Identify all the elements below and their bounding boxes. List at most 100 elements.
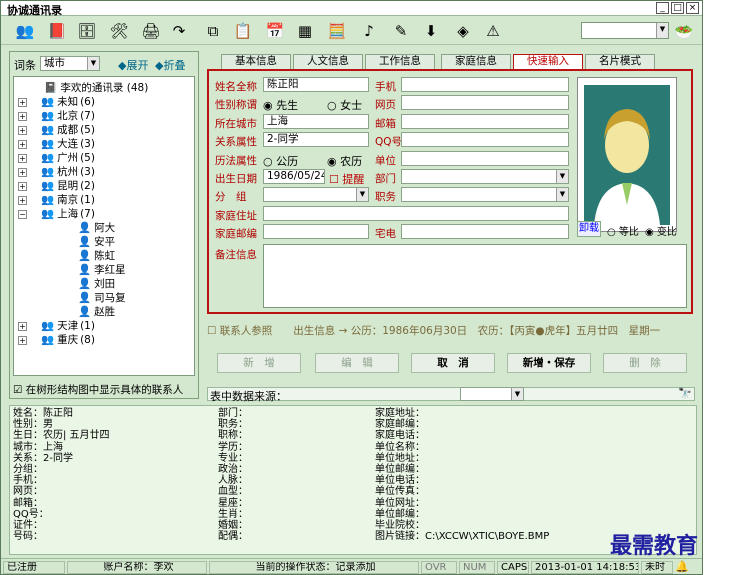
note-textarea[interactable] — [263, 244, 687, 308]
add_save-button[interactable]: 新增・保存 — [507, 353, 591, 373]
expand-link[interactable]: ◆展开 — [118, 57, 148, 73]
remind-checkbox[interactable]: ☐ 提醒 — [329, 171, 364, 187]
tree-node[interactable]: + 👥 杭州 (3) — [14, 165, 194, 179]
ratio-variable-radio[interactable]: ◉ 变比 — [645, 223, 677, 238]
tree-contact[interactable]: 👤 赵胜 — [14, 305, 194, 319]
printer-icon[interactable]: 🖨 — [139, 19, 163, 43]
tree-node[interactable]: + 👥 广州 (5) — [14, 151, 194, 165]
bell-icon[interactable]: 🔔 — [675, 560, 689, 573]
tree-root[interactable]: 📓 李欢的通讯录 (48) — [14, 81, 194, 95]
field-web[interactable] — [401, 95, 569, 111]
copy-icon[interactable]: ⧉ — [201, 19, 225, 43]
tree-contact[interactable]: 👤 刘田 — [14, 277, 194, 291]
field-name[interactable]: 陈正阳 — [263, 77, 369, 92]
ratio-equal-radio[interactable]: ○ 等比 — [607, 223, 639, 238]
redo-icon[interactable]: ↷ — [167, 19, 191, 43]
tab-3[interactable]: 家庭信息 — [441, 54, 511, 69]
field-mobile[interactable] — [401, 77, 569, 92]
reference-checkbox[interactable]: ☐ 联系人参照 — [207, 325, 272, 337]
tree-node[interactable]: − 👥 上海 (7) — [14, 207, 194, 221]
tree-node-count: (3) — [80, 166, 95, 178]
tree-contact-label: 李红星 — [94, 264, 126, 276]
tree-node[interactable]: + 👥 天津 (1) — [14, 319, 194, 333]
edit-button[interactable]: 编 辑 — [315, 353, 399, 373]
warning-icon[interactable]: ⚠ — [481, 19, 505, 43]
dish-icon[interactable]: 🥗 — [672, 20, 696, 44]
tree-contact[interactable]: 👤 陈虹 — [14, 249, 194, 263]
field-home_zip[interactable] — [263, 224, 369, 240]
download-icon[interactable]: ⬇ — [419, 19, 443, 43]
collapse-link[interactable]: ◆折叠 — [155, 57, 185, 73]
field-mail[interactable] — [401, 113, 569, 129]
form-label: QQ号 — [375, 136, 403, 149]
add-button[interactable]: 新 增 — [217, 353, 301, 373]
tree-contact[interactable]: 👤 李红星 — [14, 263, 194, 277]
tab-1[interactable]: 人文信息 — [293, 54, 363, 69]
data-source-label: 表中数据来源： — [210, 390, 287, 403]
gregorian-radio[interactable]: ○ 公历 — [263, 153, 298, 169]
tree-node-label: 上海 — [57, 208, 79, 220]
cancel-button[interactable]: 取 消 — [411, 353, 495, 373]
calculator-icon[interactable]: 🧮 — [325, 19, 349, 43]
quick-input-panel: 姓名全称 陈正阳 性别称谓 ◉ 先生 ○ 女士 所在城市 上海 关系属性 2-同学 历法属性 ○ 公… — [207, 69, 693, 314]
filter-select[interactable]: 城市 ▼ — [40, 56, 100, 71]
field-home-address[interactable] — [263, 205, 569, 221]
tree-node-label: 北京 — [57, 110, 79, 122]
field-qq[interactable] — [401, 132, 569, 148]
pen-icon[interactable]: ✎ — [389, 19, 413, 43]
male-radio[interactable]: ◉ 先生 — [263, 97, 298, 113]
close-button[interactable]: × — [686, 2, 699, 14]
field-rel[interactable]: 2-同学 — [263, 132, 369, 148]
field-dept[interactable]: ▼ — [401, 169, 569, 184]
show-contacts-checkbox[interactable]: ☑ 在树形结构图中显示具体的联系人 — [13, 382, 183, 397]
tree-node[interactable]: + 👥 南京 (1) — [14, 193, 194, 207]
tree-node[interactable]: + 👥 成都 (5) — [14, 123, 194, 137]
maximize-button[interactable]: □ — [671, 2, 684, 14]
paste-icon[interactable]: 📋 — [231, 19, 255, 43]
tools-icon[interactable]: 🛠 — [107, 19, 131, 43]
sign-icon[interactable]: ◈ — [451, 19, 475, 43]
cabinet-icon[interactable]: 🗄 — [75, 19, 99, 43]
form-label: 历法属性 — [215, 154, 257, 167]
status-bar: 已注册 账户名称：李欢 当前的操作状态：记录添加 OVR NUM CAPS 20… — [1, 558, 702, 574]
detail-field: 性别：男 — [13, 419, 53, 431]
detail-field: 邮箱： — [13, 497, 43, 509]
lunar-radio[interactable]: ◉ 农历 — [327, 153, 362, 169]
people-icon[interactable]: 👥 — [13, 19, 37, 43]
field-home_tel[interactable] — [401, 224, 569, 240]
tab-0[interactable]: 基本信息 — [221, 54, 291, 69]
field-city[interactable]: 上海 — [263, 113, 369, 129]
book-icon[interactable]: 📕 — [45, 19, 69, 43]
tree-node-label: 成都 — [57, 124, 79, 136]
minimize-button[interactable]: _ — [656, 2, 669, 14]
field-job[interactable]: ▼ — [401, 187, 569, 203]
data-source-select[interactable]: ▼ — [460, 387, 524, 401]
del-button[interactable]: 删 除 — [603, 353, 687, 373]
tree-node[interactable]: + 👥 大连 (3) — [14, 137, 194, 151]
tree-contact[interactable]: 👤 司马复 — [14, 291, 194, 305]
contact-tree[interactable]: 📓 李欢的通讯录 (48) + 👥 未知 (6) + 👥 北京 (7) + 👥 成都 (5) + 👥 大连(… — [13, 76, 195, 376]
tab-4[interactable]: 快速输入 — [513, 54, 583, 70]
calendar-icon[interactable]: 📅 — [263, 19, 287, 43]
tree-node[interactable]: + 👥 昆明 (2) — [14, 179, 194, 193]
detail-field: 分组： — [13, 464, 43, 476]
field-unit[interactable] — [401, 150, 569, 166]
field-group[interactable]: ▼ — [263, 187, 369, 203]
tree-node[interactable]: + 👥 未知 (6) — [14, 95, 194, 109]
toolbar-search-select[interactable]: ▼ — [581, 22, 669, 39]
tab-5[interactable]: 名片模式 — [585, 54, 655, 69]
grid-icon[interactable]: ▦ — [293, 19, 317, 43]
tree-contact[interactable]: 👤 阿大 — [14, 221, 194, 235]
detail-field: 血型： — [218, 486, 248, 498]
field-birth[interactable]: 1986/05/24 — [263, 169, 325, 184]
tree-node-label: 南京 — [57, 194, 79, 206]
female-radio[interactable]: ○ 女士 — [327, 97, 362, 113]
tree-node[interactable]: + 👥 重庆 (8) — [14, 333, 194, 347]
binoculars-icon[interactable]: 🔭 — [678, 387, 692, 400]
tree-node[interactable]: + 👥 北京 (7) — [14, 109, 194, 123]
music-icon[interactable]: ♪ — [357, 19, 381, 43]
tab-2[interactable]: 工作信息 — [365, 54, 435, 69]
tree-contact[interactable]: 👤 安平 — [14, 235, 194, 249]
unload-button[interactable]: 卸载 — [577, 221, 601, 237]
person-icon: 👤 — [78, 292, 92, 304]
